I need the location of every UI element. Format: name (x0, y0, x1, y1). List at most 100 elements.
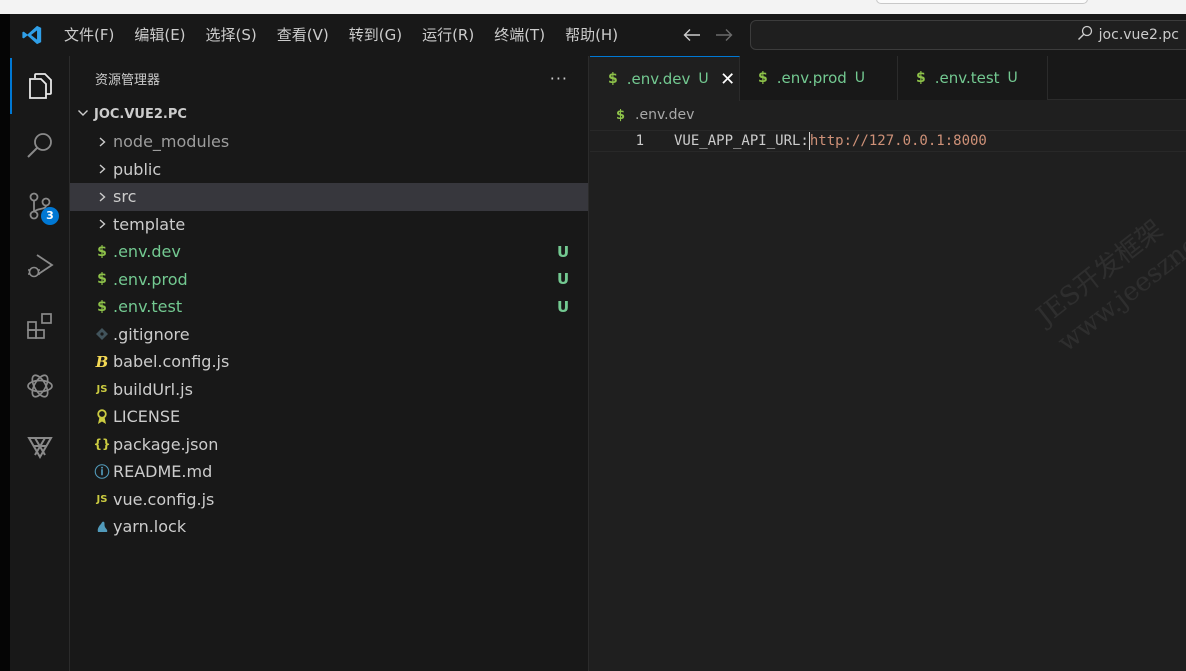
editor-area: $ .env.dev U ✕ $ .env.prod U $ .env.test U $ .env… (590, 56, 1186, 671)
git-icon (92, 324, 112, 344)
menu-item[interactable]: 编辑(E) (124, 14, 195, 56)
tree-file[interactable]: $ .env.test U (70, 293, 588, 321)
menu-item[interactable]: 查看(V) (267, 14, 339, 56)
chevron-right-icon (92, 159, 112, 179)
chevron-down-icon (76, 105, 90, 124)
vscode-logo-icon (10, 14, 54, 56)
search-icon (1077, 25, 1093, 45)
watermark-line-2: www.jeesznet.com (1052, 184, 1186, 359)
tree-file[interactable]: yarn.lock (70, 513, 588, 541)
editor-tabs: $ .env.dev U ✕ $ .env.prod U $ .env.test U (590, 56, 1186, 101)
tree-file[interactable]: LICENSE (70, 403, 588, 431)
tree-folder[interactable]: template (70, 211, 588, 239)
tree-item-label: .gitignore (113, 324, 190, 344)
activity-bar: 3 (10, 56, 70, 671)
tree-item-label: .env.prod (113, 269, 188, 289)
close-icon[interactable]: ✕ (718, 69, 738, 90)
explorer-header: 资源管理器 ··· (70, 56, 588, 100)
source-control-badge: 3 (41, 207, 59, 225)
tree-item-label: .env.test (113, 297, 183, 317)
explorer-title: 资源管理器 (95, 72, 161, 88)
more-actions-button[interactable]: ··· (550, 69, 568, 88)
workspace-folder-header[interactable]: JOC.VUE2.PC (70, 100, 588, 128)
json-icon: {} (93, 437, 111, 452)
command-center[interactable]: joc.vue2.pc (750, 20, 1186, 50)
tree-item-label: yarn.lock (113, 517, 187, 537)
window-left-edge (0, 14, 10, 671)
menu-item[interactable]: 文件(F) (54, 14, 124, 56)
dollar-icon: $ (916, 70, 926, 86)
tree-item-label: package.json (113, 434, 219, 454)
menu-item[interactable]: 运行(R) (412, 14, 484, 56)
tree-file[interactable]: ⓘ README.md (70, 458, 588, 486)
code-line[interactable]: 1 VUE_APP_API_URL:http://127.0.0.1:8000 (590, 130, 1186, 152)
tree-item-label: .env.dev (113, 242, 181, 262)
tab-env-test[interactable]: $ .env.test U (898, 56, 1048, 100)
menu-item[interactable]: 终端(T) (484, 14, 555, 56)
tree-item-label: src (113, 187, 137, 207)
source-control-icon[interactable]: 3 (10, 176, 70, 236)
tree-file[interactable]: JS vue.config.js (70, 486, 588, 514)
git-status-badge: U (557, 242, 570, 261)
tree-file[interactable]: {} package.json (70, 431, 588, 459)
js-icon: JS (96, 383, 108, 395)
tree-item-label: LICENSE (113, 407, 181, 427)
git-status-badge: U (698, 71, 709, 87)
remote-icon[interactable] (10, 416, 70, 476)
run-debug-icon[interactable] (10, 236, 70, 296)
tree-folder[interactable]: public (70, 156, 588, 184)
tab-env-prod[interactable]: $ .env.prod U (740, 56, 898, 100)
dollar-icon: $ (608, 71, 618, 87)
code-text[interactable]: VUE_APP_API_URL:http://127.0.0.1:8000 (674, 132, 987, 150)
menu-bar: 文件(F) 编辑(E) 选择(S) 查看(V) 转到(G) 运行(R) 终端(T) 帮助(H) (54, 14, 628, 56)
explorer-icon[interactable] (10, 56, 70, 116)
tree-file[interactable]: .gitignore (70, 321, 588, 349)
menu-item[interactable]: 帮助(H) (555, 14, 628, 56)
code-value: http://127.0.0.1:8000 (809, 133, 987, 149)
breadcrumb: $ .env.dev (590, 100, 1186, 130)
tree-file[interactable]: $ .env.prod U (70, 266, 588, 294)
tree-item-label: vue.config.js (113, 489, 215, 509)
git-status-badge: U (557, 297, 570, 316)
window-top-strip (0, 0, 1186, 14)
tab-env-dev[interactable]: $ .env.dev U ✕ (590, 56, 740, 101)
breadcrumb-file[interactable]: .env.dev (635, 107, 694, 123)
explorer-sidebar: 资源管理器 ··· JOC.VUE2.PC node_modulespublic… (70, 56, 589, 671)
info-icon: ⓘ (94, 463, 110, 482)
tab-label: .env.prod (776, 69, 847, 87)
forward-arrow-icon[interactable] (708, 14, 740, 56)
dollar-icon: $ (97, 243, 107, 260)
tree-item-label: README.md (113, 462, 213, 482)
git-status-badge: U (854, 70, 866, 86)
chevron-right-icon (92, 132, 112, 152)
file-tree: node_modules public src template $ .env.dev U $… (70, 128, 588, 541)
tree-file[interactable]: $ .env.dev U (70, 238, 588, 266)
tree-folder[interactable]: src (70, 183, 588, 211)
tree-item-label: babel.config.js (113, 352, 230, 372)
dollar-icon: $ (758, 70, 768, 86)
license-icon (92, 407, 112, 427)
openai-icon[interactable] (10, 356, 70, 416)
tab-label: .env.test (934, 69, 1000, 87)
tree-file[interactable]: Bbabel.config.js (70, 348, 588, 376)
menu-item[interactable]: 选择(S) (196, 14, 267, 56)
dollar-icon: $ (616, 107, 626, 123)
js-icon: JS (96, 493, 108, 505)
line-number: 1 (635, 133, 644, 149)
browser-pill (876, 0, 1088, 4)
chevron-right-icon (92, 214, 112, 234)
extensions-icon[interactable] (10, 296, 70, 356)
watermark: JES开发框架 www.jeesznet.com (1030, 156, 1186, 360)
tab-label: .env.dev (626, 70, 691, 88)
tree-folder[interactable]: node_modules (70, 128, 588, 156)
nav-arrows (676, 14, 740, 56)
back-arrow-icon[interactable] (676, 14, 708, 56)
tree-item-label: template (113, 214, 186, 234)
tree-item-label: public (113, 159, 162, 179)
dollar-icon: $ (97, 298, 107, 315)
search-icon[interactable] (10, 116, 70, 176)
git-status-badge: U (1007, 70, 1018, 86)
tree-file[interactable]: JS buildUrl.js (70, 376, 588, 404)
title-bar: 文件(F) 编辑(E) 选择(S) 查看(V) 转到(G) 运行(R) 终端(T) 帮助(H)… (10, 14, 1186, 56)
menu-item[interactable]: 转到(G) (339, 14, 412, 56)
